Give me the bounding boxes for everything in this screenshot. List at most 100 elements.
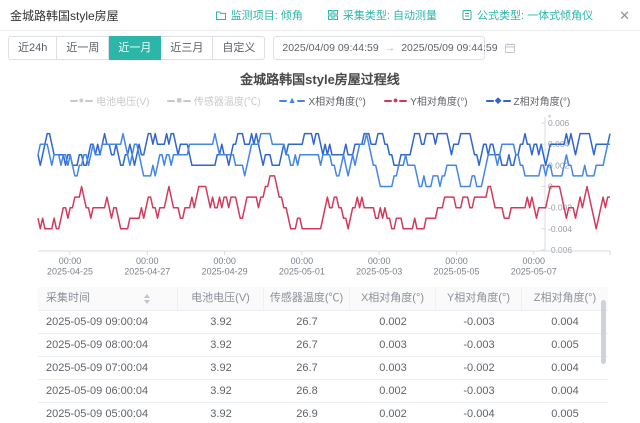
legend-label: 电池电压(V) (96, 93, 149, 108)
series-line-y (38, 176, 610, 229)
legend-circle-icon: ● (79, 96, 84, 105)
header-tag: 公式类型: 一体式倾角仪 (461, 7, 593, 23)
table-header-label: 电池电压(V) (191, 292, 250, 304)
table-cell: -0.002 (436, 357, 522, 379)
legend-diamond-icon: ◆ (495, 96, 502, 105)
legend-item-0[interactable]: ● 电池电压(V) (70, 93, 150, 108)
grid-icon (327, 9, 339, 21)
table-header-label: Z相对角度(°) (534, 292, 596, 304)
table-row: 2025-05-09 07:00:043.9226.70.003-0.0020.… (38, 357, 608, 380)
header-tags: 监测项目: 倾角 采集类型: 自动测量 公式类型: 一体式倾角仪 (215, 7, 593, 23)
data-table: 采集时间 电池电压(V) 传感器温度(℃) X相对角度(°)Y相对角度(°) Z相对角度… (38, 287, 608, 423)
calendar-icon (504, 42, 516, 54)
x-axis-label: 00:002025-04-27 (124, 256, 170, 276)
legend-line (279, 100, 287, 102)
table-row: 2025-05-09 09:00:043.9226.70.002-0.0030.… (38, 311, 608, 334)
process-line-chart: °0.0060.0040.0020-0.002-0.004-0.00600:00… (0, 112, 640, 276)
legend-item-1[interactable]: ■传感器温度(℃) (167, 93, 260, 108)
table-cell: 3.92 (178, 357, 264, 379)
y-axis-label: -0.004 (548, 224, 572, 234)
page-title: 金城路韩国style房屋 (10, 7, 119, 24)
y-axis-label: 0.006 (548, 118, 570, 128)
device-detail-panel: 金城路韩国style房屋 监测项目: 倾角 采集类型: 自动测量 公式类型: 一体式… (0, 0, 640, 423)
y-axis-label: -0.006 (548, 245, 572, 255)
document-icon (461, 9, 473, 21)
legend-line (503, 100, 511, 102)
table-cell: 3.92 (178, 380, 264, 402)
table-cell: 26.7 (264, 357, 350, 379)
close-icon[interactable]: ✕ (619, 9, 630, 22)
table-header-row: 采集时间 电池电压(V) 传感器温度(℃) X相对角度(°)Y相对角度(°) Z相对角度… (38, 287, 608, 311)
table-cell: 3.92 (178, 334, 264, 356)
legend-line (85, 100, 93, 102)
header-tag-label: 监测项目: 倾角 (231, 7, 303, 23)
table-cell: 2025-05-09 05:00:04 (38, 403, 178, 423)
x-axis-label: 00:002025-04-29 (202, 256, 248, 276)
date-arrow-icon: → (385, 42, 396, 54)
legend-line (486, 100, 494, 102)
table-cell: 3.92 (178, 403, 264, 423)
range-button-1[interactable]: 近一周 (57, 36, 109, 60)
toolbar: 近24h近一周近一月近三月自定义 2025/04/09 09:44:59 → 2… (8, 36, 632, 60)
header-tag-label: 公式类型: 一体式倾角仪 (477, 7, 593, 23)
table-cell: 0.005 (522, 403, 608, 423)
date-end[interactable]: 2025/05/09 09:44:59 (401, 42, 497, 54)
table-header-cell: X相对角度(°) (350, 287, 436, 310)
x-axis-label: 00:002025-05-03 (356, 256, 402, 276)
legend-item-4[interactable]: ◆Z相对角度(°) (486, 93, 571, 108)
table-cell: 26.8 (264, 380, 350, 402)
table-header-cell: Y相对角度(°) (436, 287, 522, 310)
legend-label: X相对角度(°) (308, 93, 365, 108)
legend-line (384, 100, 392, 102)
table-cell: -0.003 (436, 334, 522, 356)
header-tag-label: 采集类型: 自动测量 (343, 7, 437, 23)
panel-header: 金城路韩国style房屋 监测项目: 倾角 采集类型: 自动测量 公式类型: 一体式… (0, 0, 640, 31)
date-start[interactable]: 2025/04/09 09:44:59 (282, 42, 378, 54)
x-axis-label: 00:002025-05-01 (279, 256, 325, 276)
legend-line (399, 100, 407, 102)
table-cell: 0.002 (350, 403, 436, 423)
legend-item-2[interactable]: ▲ X相对角度(°) (279, 93, 366, 108)
folder-icon (215, 9, 227, 21)
sort-caret-icon[interactable] (144, 294, 150, 304)
legend-line (70, 100, 78, 102)
range-button-3[interactable]: 近三月 (161, 36, 213, 60)
table-cell: 0.004 (522, 380, 608, 402)
header-tag: 采集类型: 自动测量 (327, 7, 437, 23)
table-cell: -0.004 (436, 403, 522, 423)
legend-triangle-icon: ▲ (288, 96, 297, 105)
table-cell: 2025-05-09 09:00:04 (38, 311, 178, 333)
range-button-0[interactable]: 近24h (8, 36, 57, 60)
table-row: 2025-05-09 06:00:043.9226.80.002-0.0030.… (38, 380, 608, 403)
table-cell: 0.005 (522, 334, 608, 356)
table-cell: 0.003 (350, 357, 436, 379)
legend-line (167, 100, 175, 102)
legend-circle-icon: ● (393, 96, 398, 105)
table-cell: 26.7 (264, 334, 350, 356)
range-button-group: 近24h近一周近一月近三月自定义 (8, 36, 265, 60)
legend-label: 传感器温度(℃) (194, 93, 261, 108)
table-scrollbar-thumb[interactable] (601, 300, 606, 364)
table-header-cell: 传感器温度(℃) (264, 287, 350, 310)
range-button-2[interactable]: 近一月 (109, 36, 161, 60)
x-axis-label: 00:002025-05-05 (433, 256, 479, 276)
header-tag: 监测项目: 倾角 (215, 7, 303, 23)
chart-title: 金城路韩国style房屋过程线 (0, 69, 640, 88)
date-range-picker[interactable]: 2025/04/09 09:44:59 → 2025/05/09 09:44:5… (273, 36, 485, 60)
table-cell: 2025-05-09 08:00:04 (38, 334, 178, 356)
table-cell: 0.003 (350, 334, 436, 356)
table-cell: 26.9 (264, 403, 350, 423)
table-cell: 2025-05-09 07:00:04 (38, 357, 178, 379)
table-cell: 0.002 (350, 311, 436, 333)
table-body: 2025-05-09 09:00:043.9226.70.002-0.0030.… (38, 311, 608, 423)
table-cell: 3.92 (178, 311, 264, 333)
legend-item-3[interactable]: ●Y相对角度(°) (384, 93, 468, 108)
table-cell: -0.003 (436, 311, 522, 333)
table-cell: 0.004 (522, 311, 608, 333)
table-row: 2025-05-09 08:00:043.9226.70.003-0.0030.… (38, 334, 608, 357)
range-button-4[interactable]: 自定义 (213, 36, 265, 60)
x-axis-label: 00:002025-05-07 (511, 256, 557, 276)
table-header-cell: 采集时间 (38, 287, 178, 310)
table-header-label: 传感器温度(℃) (270, 292, 343, 304)
table-row: 2025-05-09 05:00:043.9226.90.002-0.0040.… (38, 403, 608, 423)
